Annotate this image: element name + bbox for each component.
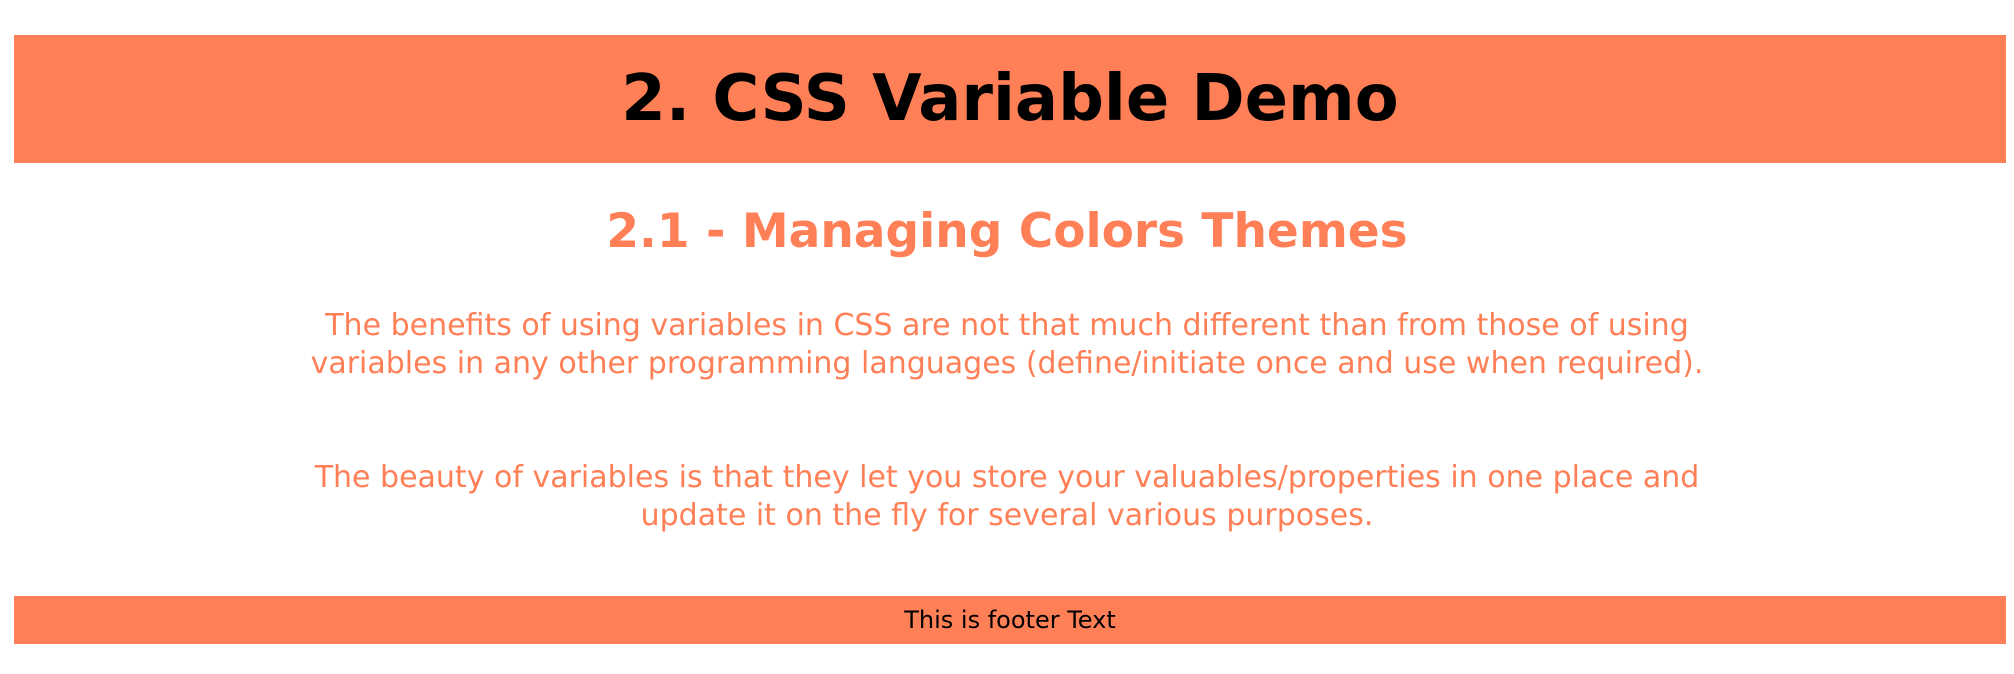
intro-paragraph: The benefits of using variables in CSS a… [310,308,1704,381]
footer-text: This is footer Text [904,606,1116,634]
page-header: 2. CSS Variable Demo [14,35,2006,163]
section-title: 2.1 - Managing Colors Themes [606,204,1408,259]
benefits-paragraph: The beauty of variables is that they let… [314,460,1700,533]
page-title: 2. CSS Variable Demo [621,62,1399,136]
page-footer: This is footer Text [14,596,2006,644]
